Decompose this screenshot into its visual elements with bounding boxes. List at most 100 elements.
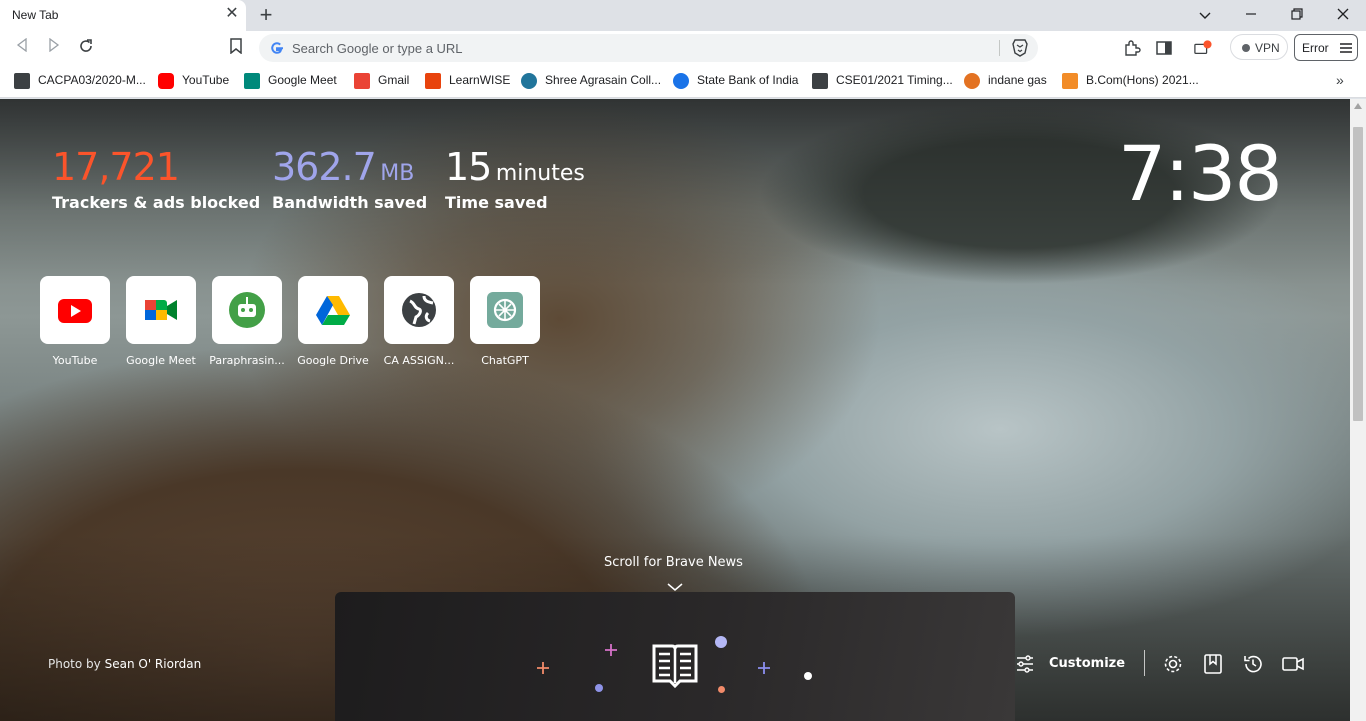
tab-strip: New Tab ✕ + <box>0 0 1366 31</box>
top-site-tile[interactable]: ChatGPT <box>470 276 540 367</box>
brave-rewards-icon[interactable] <box>1194 39 1212 57</box>
plus-icon[interactable]: + <box>256 4 276 26</box>
brave-news-card[interactable] <box>335 592 1015 721</box>
photo-credit-author[interactable]: Sean O' Riordan <box>105 657 202 671</box>
omnibox[interactable]: Search Google or type a URL <box>259 34 1038 62</box>
error-label: Error <box>1302 41 1329 55</box>
top-site-tile[interactable]: Google Meet <box>126 276 196 367</box>
dot-decoration <box>804 672 812 680</box>
sbi-icon <box>673 73 689 89</box>
scroll-for-news-label[interactable]: Scroll for Brave News <box>604 555 743 570</box>
error-menu-button[interactable]: Error <box>1294 34 1358 61</box>
chevron-right-icon[interactable]: » <box>1336 72 1344 88</box>
sparkle-icon <box>758 662 770 674</box>
reload-icon[interactable] <box>76 38 96 58</box>
settings-icon[interactable] <box>1162 653 1184 675</box>
gmail-icon <box>354 73 370 89</box>
scrollbar-thumb[interactable] <box>1353 127 1363 421</box>
tile-label: CA ASSIGN... <box>383 354 455 367</box>
bookmark-label: LearnWISE <box>449 73 511 87</box>
minimize-icon[interactable] <box>1241 5 1261 25</box>
toolbar: Search Google or type a URL VPN Error <box>0 31 1366 65</box>
top-site-tile[interactable]: CA ASSIGN... <box>384 276 454 367</box>
time-unit: minutes <box>495 161 585 186</box>
bookmark-label: Gmail <box>378 73 410 87</box>
youtube-icon <box>58 299 92 323</box>
bookmark-icon[interactable] <box>226 38 246 58</box>
tile-label: Google Drive <box>297 354 369 367</box>
tile-label: YouTube <box>52 354 98 367</box>
sliders-icon <box>1017 655 1033 673</box>
bookmark-label: indane gas <box>988 73 1047 87</box>
tab-new-tab[interactable]: New Tab ✕ <box>0 0 246 31</box>
dot-decoration <box>595 684 603 692</box>
google-meet-icon <box>145 300 177 320</box>
time-saved-stat: 15 minutes Time saved <box>445 145 585 212</box>
back-icon[interactable] <box>12 37 32 58</box>
bookmarks-icon[interactable] <box>1202 653 1224 675</box>
close-icon[interactable]: ✕ <box>224 6 240 22</box>
omnibox-divider <box>999 40 1000 56</box>
bookmark-label: State Bank of India <box>697 73 799 87</box>
trackers-count: 17,721 <box>52 145 180 189</box>
forward-icon[interactable] <box>44 37 64 58</box>
history-icon[interactable] <box>1242 653 1264 675</box>
bookmark-label: Shree Agrasain Coll... <box>545 73 662 87</box>
chevron-down-icon[interactable] <box>667 583 683 591</box>
menu-icon <box>1340 43 1352 53</box>
vertical-scrollbar[interactable] <box>1350 99 1366 721</box>
bookmark-label: YouTube <box>182 73 230 87</box>
scroll-up-icon[interactable] <box>1354 103 1362 109</box>
time-value: 15 <box>445 145 492 189</box>
tile-label: ChatGPT <box>481 354 529 367</box>
photo-credit-prefix: Photo by <box>48 657 101 671</box>
photo-credit: Photo by Sean O' Riordan <box>48 657 201 671</box>
close-icon[interactable] <box>1333 5 1353 25</box>
bandwidth-saved-stat: 362.7 MB Bandwidth saved <box>272 145 427 212</box>
new-tab-page: 17,721 Trackers & ads blocked 362.7 MB B… <box>0 99 1350 721</box>
bookmark-label: Google Meet <box>268 73 337 87</box>
indane-icon <box>964 73 980 89</box>
bookmark-label: CSE01/2021 Timing... <box>836 73 953 87</box>
globe-icon <box>402 293 436 327</box>
classroom-icon <box>1062 73 1078 89</box>
sparkle-icon <box>537 662 549 674</box>
vpn-status-icon <box>1242 44 1250 52</box>
bandwidth-label: Bandwidth saved <box>272 193 428 212</box>
classroom-icon <box>812 73 828 89</box>
paraphrasing-tool-icon <box>229 292 265 328</box>
restore-icon[interactable] <box>1287 5 1307 25</box>
bookmark-label: B.Com(Hons) 2021... <box>1086 73 1199 87</box>
dot-decoration <box>715 636 727 648</box>
tab-title: New Tab <box>12 8 59 22</box>
wordpress-icon <box>521 73 537 89</box>
bandwidth-unit: MB <box>380 161 415 186</box>
sparkle-icon <box>605 644 617 656</box>
google-meet-icon <box>244 73 260 89</box>
classroom-icon <box>14 73 30 89</box>
bookmarks-bar: CACPA03/2020-M... YouTube Google Meet Gm… <box>0 65 1366 98</box>
customize-label: Customize <box>1049 656 1126 671</box>
divider <box>1144 650 1145 676</box>
vpn-label: VPN <box>1255 41 1280 55</box>
learnwise-icon <box>425 73 441 89</box>
top-site-tile[interactable]: Paraphrasin... <box>209 276 285 367</box>
top-site-tile[interactable]: Google Drive <box>297 276 369 367</box>
video-call-icon[interactable] <box>1282 653 1304 675</box>
bandwidth-value: 362.7 <box>272 145 377 189</box>
top-site-tile[interactable]: YouTube <box>40 276 110 367</box>
google-icon <box>271 42 283 54</box>
search-input[interactable]: Search Google or type a URL <box>292 41 463 56</box>
sidebar-icon[interactable] <box>1155 39 1173 57</box>
time-label: Time saved <box>445 193 548 212</box>
brave-shields-icon[interactable] <box>1012 39 1028 57</box>
chevron-down-icon[interactable] <box>1195 5 1215 25</box>
youtube-icon <box>158 73 174 89</box>
google-drive-icon <box>316 296 350 325</box>
chatgpt-icon <box>487 292 523 328</box>
news-book-icon <box>652 644 698 689</box>
tile-label: Google Meet <box>126 354 196 367</box>
dot-decoration <box>718 686 725 693</box>
vpn-button[interactable]: VPN <box>1230 34 1288 60</box>
extensions-icon[interactable] <box>1123 39 1141 57</box>
